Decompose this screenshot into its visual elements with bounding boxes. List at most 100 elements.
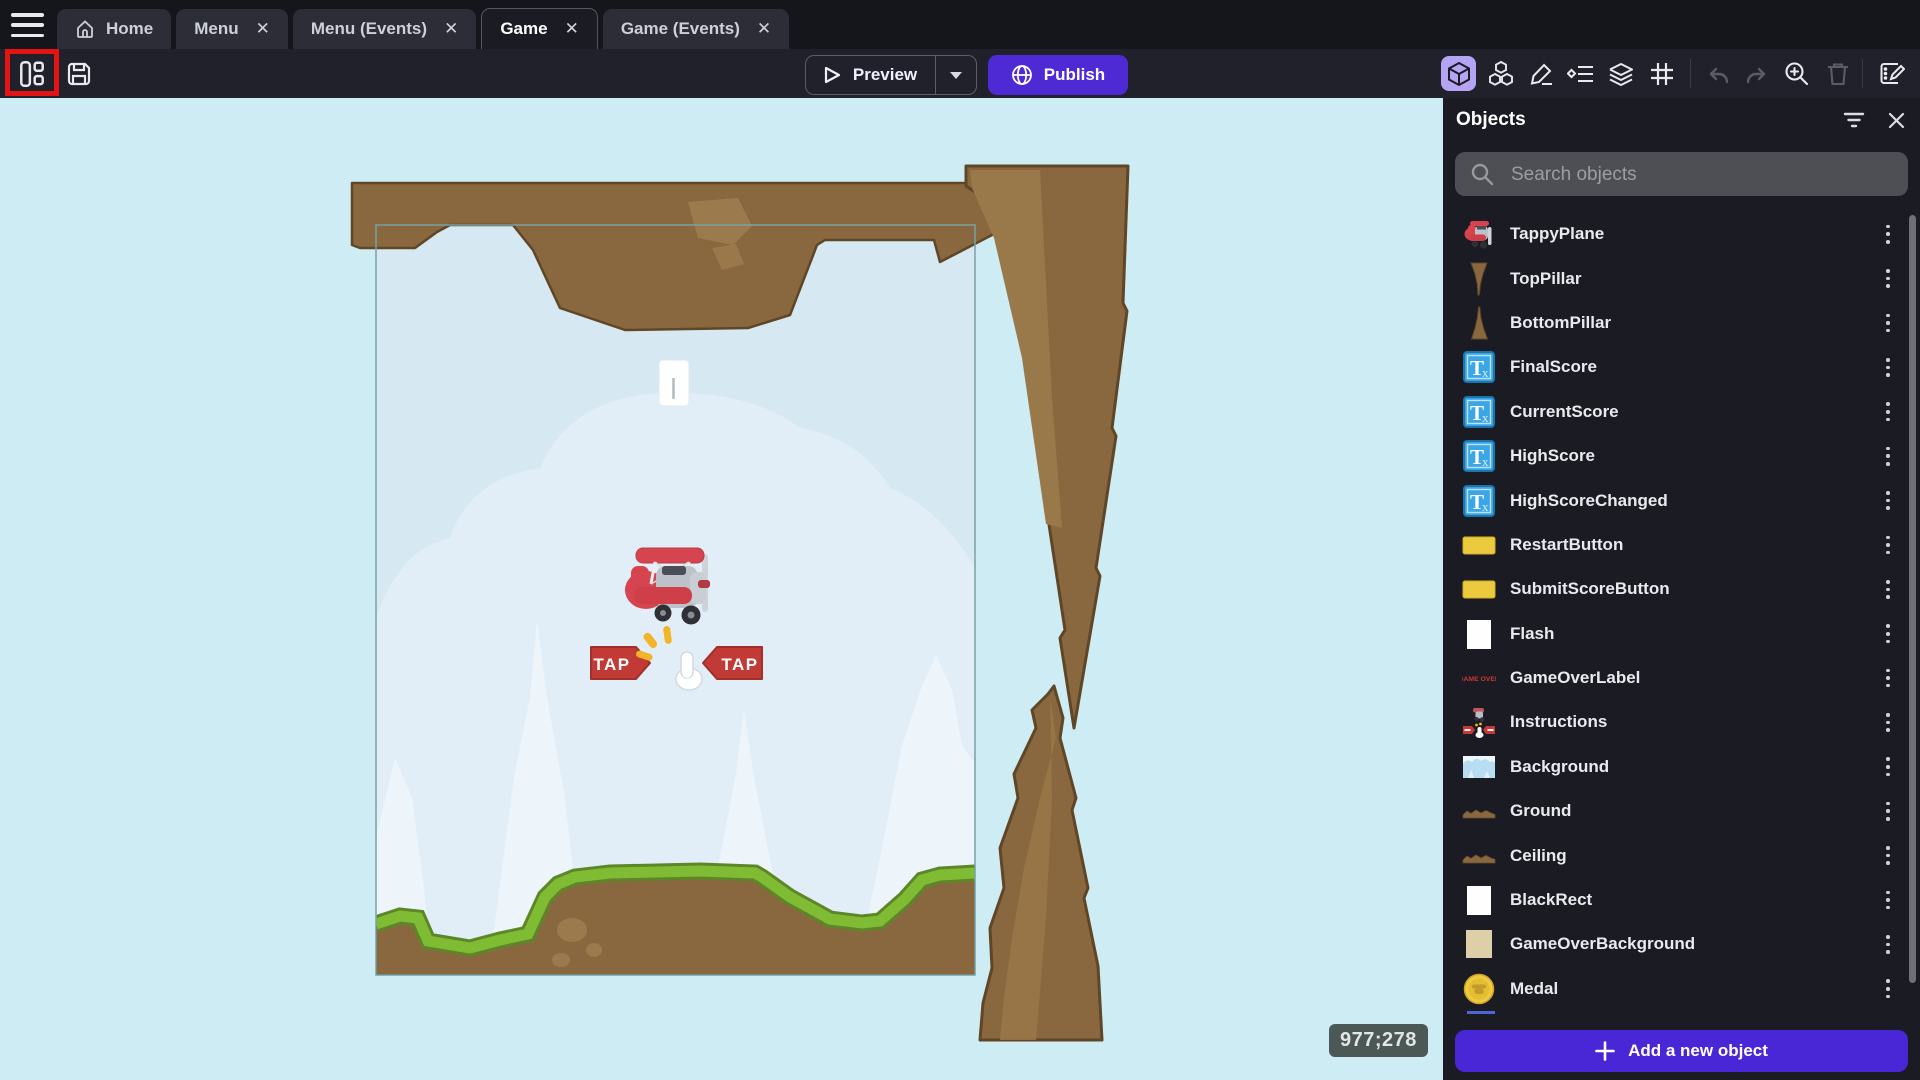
object-item-menu-button[interactable] [1873, 885, 1903, 915]
object-item-menu-button[interactable] [1873, 663, 1903, 693]
close-panel-button[interactable] [1884, 108, 1908, 132]
object-item-menu-button[interactable] [1873, 486, 1903, 516]
object-groups-button[interactable] [1483, 56, 1518, 91]
object-item-label: SubmitScoreButton [1510, 579, 1873, 599]
text-object-icon: Tx [1462, 439, 1496, 473]
hamburger-menu-icon[interactable] [11, 13, 44, 37]
object-item-menu-button[interactable] [1873, 264, 1903, 294]
object-item-menu-button[interactable] [1873, 929, 1903, 959]
object-item-label: Instructions [1510, 712, 1873, 732]
close-tab-icon[interactable]: ✕ [757, 19, 771, 39]
tab-home[interactable]: Home [57, 9, 171, 49]
add-new-object-button[interactable]: Add a new object [1455, 1030, 1908, 1072]
object-item-menu-button[interactable] [1873, 308, 1903, 338]
object-item-blackrect[interactable]: BlackRect [1443, 878, 1920, 922]
project-manager-icon[interactable] [15, 58, 49, 90]
object-item-bottompillar[interactable]: BottomPillar [1443, 301, 1920, 345]
search-objects-box[interactable] [1455, 152, 1908, 196]
edit-events-button[interactable] [1873, 56, 1908, 91]
object-item-menu-button[interactable] [1873, 530, 1903, 560]
object-item-instructions[interactable]: Instructions [1443, 700, 1920, 744]
save-icon[interactable] [62, 58, 96, 90]
tab-menu[interactable]: Menu✕ [176, 9, 288, 49]
tab-game-events[interactable]: Game (Events)✕ [603, 9, 789, 49]
bottom-pillar-instance[interactable] [980, 686, 1102, 1040]
object-item-currentscore[interactable]: TxCurrentScore [1443, 390, 1920, 434]
search-icon [1470, 162, 1494, 186]
object-item-ceiling[interactable]: Ceiling [1443, 833, 1920, 877]
zoom-in-icon [1783, 60, 1810, 87]
object-item-finalscore[interactable]: Tx FinalScore [1443, 345, 1920, 389]
undo-button[interactable] [1701, 56, 1736, 91]
svg-text:x: x [1482, 499, 1489, 514]
object-item-label: Flash [1510, 624, 1873, 644]
object-item-menu-button[interactable] [1873, 441, 1903, 471]
partial-list-item [1467, 1011, 1495, 1014]
layers-button[interactable] [1603, 56, 1638, 91]
object-item-label: TappyPlane [1510, 224, 1873, 244]
object-item-restartbutton[interactable]: RestartButton [1443, 523, 1920, 567]
cursor-coordinates-badge: 977;278 [1329, 1024, 1428, 1057]
toolbar-divider [1862, 59, 1863, 88]
object-item-toppillar[interactable]: TopPillar [1443, 256, 1920, 300]
top-pillar-instance[interactable] [966, 166, 1128, 728]
objects-panel: Objects TappyPlaneTopPillarBottomPillarT… [1443, 98, 1920, 1080]
search-objects-input[interactable] [1509, 152, 1893, 198]
object-item-label: BlackRect [1510, 890, 1873, 910]
object-item-background[interactable]: Background [1443, 745, 1920, 789]
svg-text:x: x [1482, 410, 1489, 425]
object-item-label: RestartButton [1510, 535, 1873, 555]
object-item-menu-button[interactable] [1873, 796, 1903, 826]
preview-dropdown-button[interactable] [936, 56, 976, 94]
preview-button[interactable]: Preview [805, 55, 977, 95]
delete-button[interactable] [1820, 56, 1855, 91]
redo-icon [1742, 61, 1770, 87]
properties-button[interactable] [1524, 56, 1559, 91]
top-pillar-icon [1462, 262, 1496, 296]
tap-left-text: TAP [593, 655, 630, 674]
instances-list-icon [1567, 61, 1595, 87]
object-item-menu-button[interactable] [1873, 352, 1903, 382]
trash-icon [1825, 61, 1851, 87]
object-item-menu-button[interactable] [1873, 974, 1903, 1004]
tap-right-text: TAP [721, 655, 758, 674]
object-item-menu-button[interactable] [1873, 219, 1903, 249]
object-item-highscore[interactable]: TxHighScore [1443, 434, 1920, 478]
scene-editor-canvas[interactable]: TAP TAP 977;278 [0, 98, 1443, 1080]
tab-game[interactable]: Game✕ [481, 8, 598, 49]
object-item-highscorechanged[interactable]: TxHighScoreChanged [1443, 478, 1920, 522]
filter-button[interactable] [1842, 108, 1866, 132]
object-item-label: Background [1510, 757, 1873, 777]
instances-list-button[interactable] [1563, 56, 1598, 91]
redo-button[interactable] [1738, 56, 1773, 91]
object-item-ground[interactable]: Ground [1443, 789, 1920, 833]
flash-instance[interactable] [659, 360, 689, 406]
object-item-menu-button[interactable] [1873, 841, 1903, 871]
publish-button[interactable]: Publish [988, 55, 1128, 95]
close-tab-icon[interactable]: ✕ [256, 19, 270, 39]
object-item-gameoverbackground[interactable]: GameOverBackground [1443, 922, 1920, 966]
object-item-flash[interactable]: Flash [1443, 612, 1920, 656]
close-tab-icon[interactable]: ✕ [565, 19, 579, 39]
close-tab-icon[interactable]: ✕ [444, 19, 458, 39]
objects-list: TappyPlane TopPillarBottomPillar Tx FinalSc… [1443, 212, 1920, 1011]
object-item-menu-button[interactable] [1873, 619, 1903, 649]
object-item-label: FinalScore [1510, 357, 1873, 377]
objects-editor-button[interactable] [1441, 56, 1476, 91]
object-item-menu-button[interactable] [1873, 397, 1903, 427]
object-item-submitscorebutton[interactable]: SubmitScoreButton [1443, 567, 1920, 611]
grid-button[interactable] [1644, 56, 1679, 91]
objects-list-scrollbar[interactable] [1909, 215, 1916, 983]
undo-icon [1705, 61, 1733, 87]
svg-text:GAME OVER: GAME OVER [1462, 676, 1496, 683]
object-item-medal[interactable]: Medal [1443, 967, 1920, 1011]
zoom-in-button[interactable] [1779, 56, 1814, 91]
object-item-tappyplane[interactable]: TappyPlane [1443, 212, 1920, 256]
text-object-icon: Tx [1462, 395, 1496, 429]
object-item-menu-button[interactable] [1873, 752, 1903, 782]
object-item-gameoverlabel[interactable]: GAME OVERGameOverLabel [1443, 656, 1920, 700]
object-item-menu-button[interactable] [1873, 574, 1903, 604]
object-item-menu-button[interactable] [1873, 707, 1903, 737]
tab-menu-events[interactable]: Menu (Events)✕ [293, 9, 476, 49]
text-object-icon: Tx [1462, 350, 1496, 384]
